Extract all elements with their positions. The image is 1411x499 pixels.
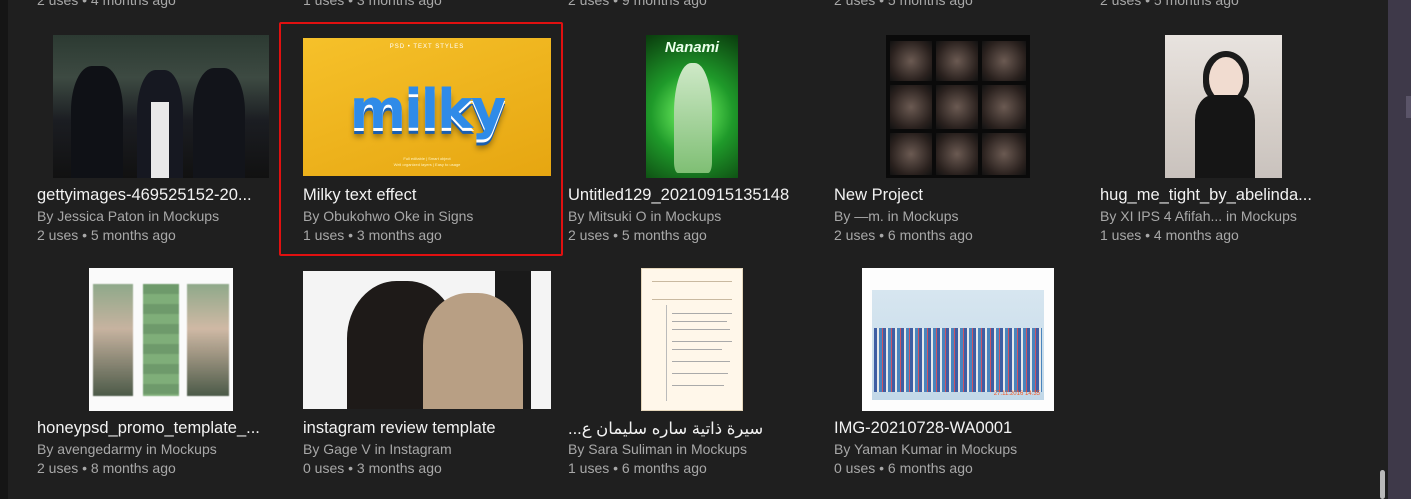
thumb-bottom-text: Full editable | Smart object Well organiz… — [393, 156, 461, 167]
artwork-thumbnail[interactable]: Nanami — [646, 35, 738, 178]
thumb-top-text: PSD • TEXT STYLES — [389, 44, 465, 50]
panel-scroll-indicator[interactable] — [1406, 96, 1411, 118]
template-author: By —m. in Mockups — [834, 208, 959, 224]
template-usage: 1 uses • 4 months ago — [1100, 227, 1239, 243]
template-title[interactable]: gettyimages-469525152-20... — [37, 186, 297, 205]
template-usage: 2 uses • 6 months ago — [834, 227, 973, 243]
template-card[interactable]: honeypsd_promo_template_... By avengedar… — [37, 268, 297, 483]
template-usage: 2 uses • 5 months ago — [568, 227, 707, 243]
template-title[interactable]: instagram review template — [303, 419, 563, 438]
thumb-word: milky — [349, 78, 506, 141]
template-card[interactable]: Nanami Untitled129_20210915135148 By Mit… — [568, 35, 828, 250]
template-card[interactable]: سيرة ذاتية ساره سليمان ع... By Sara Suli… — [568, 268, 828, 483]
template-grid: 2 uses • 4 months ago 1 uses • 3 months … — [0, 0, 1376, 499]
template-author: By Sara Suliman in Mockups — [568, 441, 747, 457]
top-row-meta: 2 uses • 4 months ago — [37, 0, 176, 8]
top-row-meta: 1 uses • 3 months ago — [303, 0, 442, 8]
template-usage: 0 uses • 3 months ago — [303, 460, 442, 476]
scrollbar-track[interactable] — [1376, 0, 1388, 499]
template-title[interactable]: IMG-20210728-WA0001 — [834, 419, 1094, 438]
template-card[interactable]: New Project By —m. in Mockups 2 uses • 6… — [834, 35, 1094, 250]
template-card[interactable]: gettyimages-469525152-20... By Jessica P… — [37, 35, 297, 250]
template-author: By Obukohwo Oke in Signs — [303, 208, 474, 224]
right-side-panel — [1388, 0, 1411, 499]
group-photo-thumbnail[interactable]: 27.11.2016 14:35 — [862, 268, 1054, 411]
thumb-date-stamp: 27.11.2016 14:35 — [993, 391, 1040, 397]
template-thumbnail[interactable] — [89, 268, 233, 411]
template-author: By Mitsuki O in Mockups — [568, 208, 722, 224]
template-author: By Yaman Kumar in Mockups — [834, 441, 1018, 457]
template-title[interactable]: سيرة ذاتية ساره سليمان ع... — [568, 419, 828, 439]
top-row-meta: 2 uses • 5 months ago — [834, 0, 973, 8]
template-card[interactable]: PSD • TEXT STYLES milky Full editable | … — [303, 35, 563, 250]
scrollbar-thumb[interactable] — [1380, 470, 1385, 499]
template-author: By Jessica Paton in Mockups — [37, 208, 220, 224]
top-row-meta: 2 uses • 5 months ago — [1100, 0, 1239, 8]
template-author: By avengedarmy in Mockups — [37, 441, 217, 457]
template-usage: 1 uses • 3 months ago — [303, 227, 442, 243]
template-title[interactable]: Untitled129_20210915135148 — [568, 186, 828, 205]
photo-thumbnail[interactable] — [303, 271, 551, 409]
template-author: By XI IPS 4 Afifah... in Mockups — [1100, 208, 1297, 224]
text-effect-thumbnail[interactable]: PSD • TEXT STYLES milky Full editable | … — [303, 38, 551, 176]
template-card[interactable]: 27.11.2016 14:35 IMG-20210728-WA0001 By … — [834, 268, 1094, 483]
photo-thumbnail[interactable] — [1165, 35, 1282, 178]
document-thumbnail[interactable] — [641, 268, 743, 411]
template-usage: 2 uses • 8 months ago — [37, 460, 176, 476]
template-usage: 2 uses • 5 months ago — [37, 227, 176, 243]
thumb-artwork-title: Nanami — [664, 39, 720, 56]
template-usage: 0 uses • 6 months ago — [834, 460, 973, 476]
template-title[interactable]: honeypsd_promo_template_... — [37, 419, 297, 438]
photo-thumbnail[interactable] — [53, 35, 269, 178]
template-title[interactable]: hug_me_tight_by_abelinda... — [1100, 186, 1360, 205]
template-title[interactable]: New Project — [834, 186, 1094, 205]
template-usage: 1 uses • 6 months ago — [568, 460, 707, 476]
top-row-meta: 2 uses • 9 months ago — [568, 0, 707, 8]
template-author: By Gage V in Instagram — [303, 441, 452, 457]
template-card[interactable]: instagram review template By Gage V in I… — [303, 268, 563, 483]
template-title[interactable]: Milky text effect — [303, 186, 563, 205]
template-card[interactable]: hug_me_tight_by_abelinda... By XI IPS 4 … — [1100, 35, 1360, 250]
collage-thumbnail[interactable] — [886, 35, 1030, 178]
